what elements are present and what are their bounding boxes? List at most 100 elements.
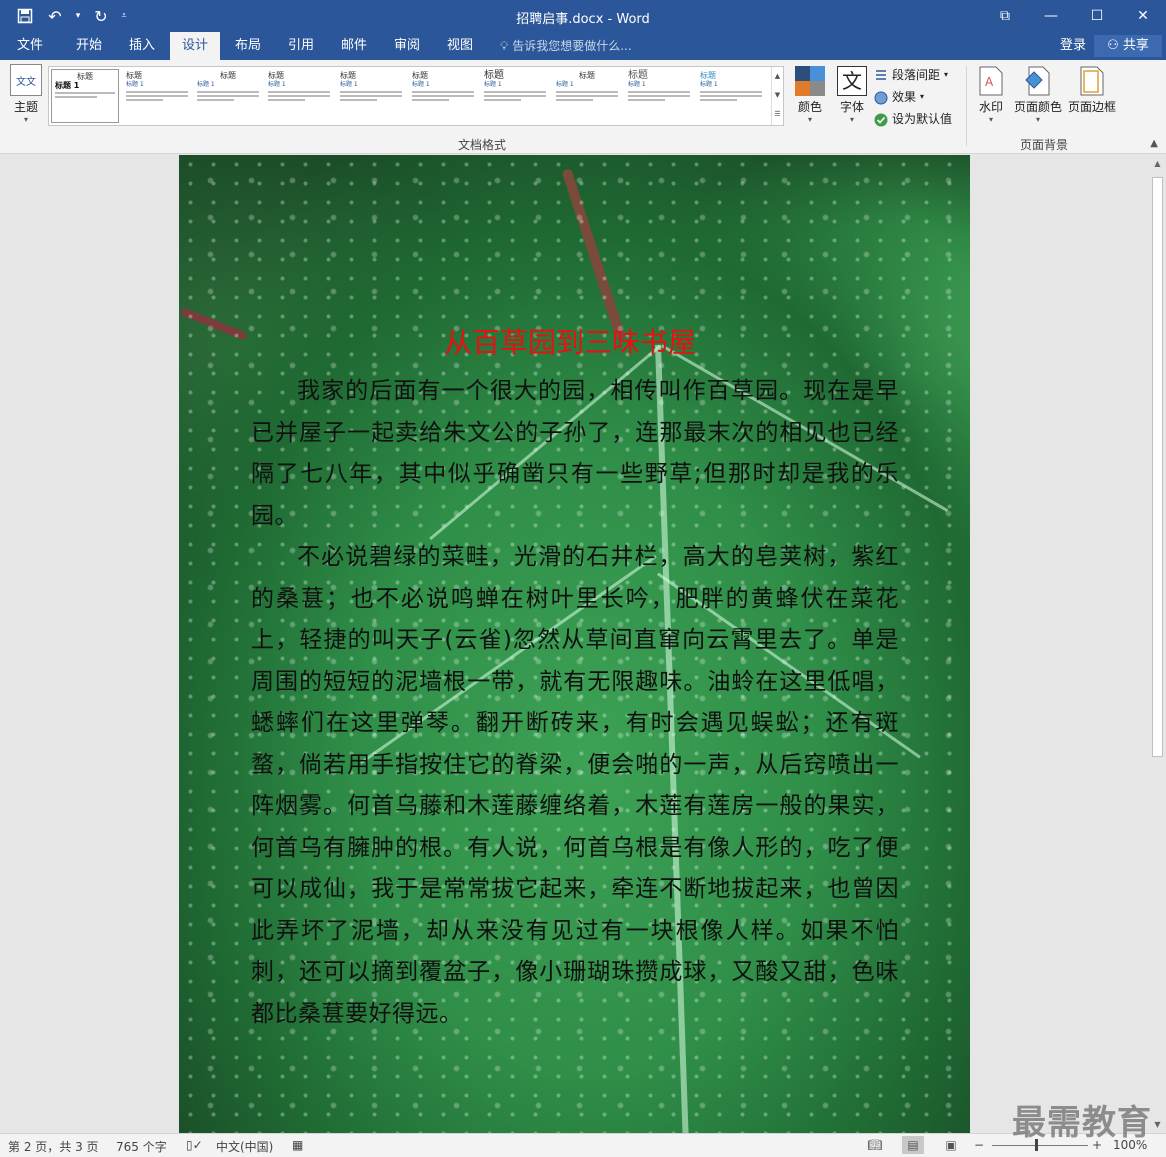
style-set-item[interactable]: 标题 标题 1 [337,69,405,123]
scroll-up-icon[interactable]: ▲ [1149,155,1166,172]
style-set-item[interactable]: 标题 标题 1 [697,69,765,123]
tab-design[interactable]: 设计 [170,32,220,60]
maximize-button[interactable]: ☐ [1074,0,1120,32]
fonts-label: 字体 [839,100,864,114]
sign-in-link[interactable]: 登录 [1060,32,1086,60]
style-set-title: 标题 [268,71,284,80]
document-heading[interactable]: 从百草园到三味书屋 [241,323,899,363]
group-label-page-background: 页面背景 [1020,138,1069,152]
style-set-item[interactable]: 标题 标题 1 [481,69,549,123]
style-set-item[interactable]: 标题 标题 1 [553,69,621,123]
style-set-heading: 标题 1 [55,81,80,90]
chevron-down-icon: ▾ [23,115,28,124]
style-set-heading: 标题 1 [197,81,215,88]
style-set-item[interactable]: 标题 标题 1 [265,69,333,123]
scroll-up-icon[interactable]: ▲ [772,67,783,86]
effects-label: 效果 [892,90,917,104]
tab-file[interactable]: 文件 [4,32,56,60]
tab-references[interactable]: 引用 [275,32,327,60]
style-set-heading: 标题 1 [268,81,286,88]
tab-layout[interactable]: 布局 [222,32,274,60]
document-area: 从百草园到三味书屋 我家的后面有一个很大的园，相传叫作百草园。现在是早已并屋子一… [0,155,1149,1133]
style-set-heading: 标题 1 [412,81,430,88]
tell-me-box[interactable]: 💡︎ 告诉我您想要做什么... [500,32,632,60]
window-controls: ⧉ — ☐ ✕ [982,0,1166,32]
paragraph-spacing-label: 段落间距 [892,68,941,82]
share-button[interactable]: ⚇ 共享 [1094,35,1162,57]
tab-review[interactable]: 审阅 [381,32,433,60]
set-as-default-label: 设为默认值 [892,112,953,126]
style-set-title: 标题 [484,70,504,81]
proofing-icon[interactable]: ▯✓ [186,1138,203,1152]
color-palette-icon [794,64,826,98]
web-layout-icon[interactable]: ▣ [940,1136,962,1154]
read-mode-icon[interactable]: 📖︎ [864,1136,886,1154]
style-set-item[interactable]: 标题 标题 1 [123,69,191,123]
style-set-heading: 标题 1 [340,81,358,88]
style-set-heading: 标题 1 [628,81,646,88]
tab-home[interactable]: 开始 [62,32,116,60]
group-separator [966,66,967,146]
language-indicator[interactable]: 中文(中国) [216,1138,273,1155]
vertical-scrollbar[interactable]: ▲ ▼ [1149,155,1166,1133]
document-paragraph[interactable]: 我家的后面有一个很大的园，相传叫作百草园。现在是早已并屋子一起卖给朱文公的子孙了… [251,371,899,537]
style-set-title: 标题 [340,71,356,80]
document-paragraph[interactable]: 不必说碧绿的菜畦，光滑的石井栏，高大的皂荚树，紫红的桑葚；也不必说鸣蝉在树叶里长… [251,537,899,1035]
document-body[interactable]: 从百草园到三味书屋 我家的后面有一个很大的园，相传叫作百草园。现在是早已并屋子一… [251,323,899,1035]
site-watermark: 最需教育 [1012,1103,1152,1143]
close-button[interactable]: ✕ [1120,0,1166,32]
effects-button[interactable]: 效果 ▾ [874,86,952,108]
page-borders-label: 页面边框 [1067,100,1116,114]
person-icon: ⚇ [1107,38,1123,53]
tell-me-text: 告诉我您想要做什么... [512,39,632,53]
tab-mailings[interactable]: 邮件 [328,32,380,60]
document-page[interactable]: 从百草园到三味书屋 我家的后面有一个很大的园，相传叫作百草园。现在是早已并屋子一… [179,155,970,1133]
zoom-slider[interactable] [992,1145,1088,1146]
style-set-item[interactable]: 标题 标题 1 [409,69,477,123]
page-borders-button[interactable]: 页面边框 [1066,64,1118,115]
tab-insert[interactable]: 插入 [116,32,168,60]
style-set-gallery: 标题 标题 1 标题 标题 1 标题 标题 1 标题 标题 1 标题 标题 1 … [48,66,784,126]
style-set-item[interactable]: 标题 标题 1 [194,69,262,123]
svg-text:A: A [985,75,994,89]
page-color-button[interactable]: 页面颜色 ▾ [1012,64,1064,124]
paragraph-spacing-button[interactable]: 段落间距 ▾ [874,64,952,86]
print-layout-icon[interactable]: ▤ [902,1136,924,1154]
format-options: 段落间距 ▾ 效果 ▾ 设为默认值 [874,64,952,130]
chevron-down-icon: ▾ [988,115,993,124]
set-as-default-button[interactable]: 设为默认值 [874,108,952,130]
tab-view[interactable]: 视图 [434,32,486,60]
watermark-button[interactable]: A 水印 ▾ [972,64,1010,124]
page-color-label: 页面颜色 [1013,100,1062,114]
gallery-scroll[interactable]: ▲ ▼ ☰ [771,67,783,125]
style-set-item[interactable]: 标题 标题 1 [625,69,693,123]
style-set-title: 标题 [628,70,648,81]
themes-button[interactable]: 文文 主题 ▾ [6,64,46,124]
themes-icon: 文文 [10,64,42,96]
zoom-out-button[interactable]: − [974,1138,984,1152]
share-label: 共享 [1122,38,1149,53]
style-set-title: 标题 [126,71,142,80]
fonts-button[interactable]: 文 字体 ▾ [832,64,872,124]
collapse-ribbon-icon[interactable]: ▲ [1150,138,1158,149]
minimize-button[interactable]: — [1028,0,1074,32]
gallery-more-icon[interactable]: ☰ [772,105,783,124]
chevron-down-icon: ▾ [1035,115,1040,124]
style-set-heading: 标题 1 [556,81,574,88]
colors-button[interactable]: 颜色 ▾ [790,64,830,124]
page-count[interactable]: 第 2 页，共 3 页 [8,1138,99,1155]
paragraph-spacing-icon [874,68,888,82]
style-set-item[interactable]: 标题 标题 1 [51,69,119,123]
macro-icon[interactable]: ▦ [292,1138,303,1152]
scroll-down-icon[interactable]: ▼ [772,86,783,105]
effects-icon [874,90,888,105]
scrollbar-thumb[interactable] [1152,177,1163,757]
group-label-document-formatting: 文档格式 [458,138,507,152]
style-set-title: 标题 [220,71,236,80]
themes-label: 主题 [13,100,38,114]
status-bar: 第 2 页，共 3 页 765 个字 ▯✓ 中文(中国) ▦ 📖︎ ▤ ▣ − … [0,1133,1166,1157]
style-set-heading: 标题 1 [126,81,144,88]
chevron-down-icon: ▾ [849,115,854,124]
ribbon-display-options-icon[interactable]: ⧉ [982,0,1028,32]
word-count[interactable]: 765 个字 [116,1138,167,1155]
